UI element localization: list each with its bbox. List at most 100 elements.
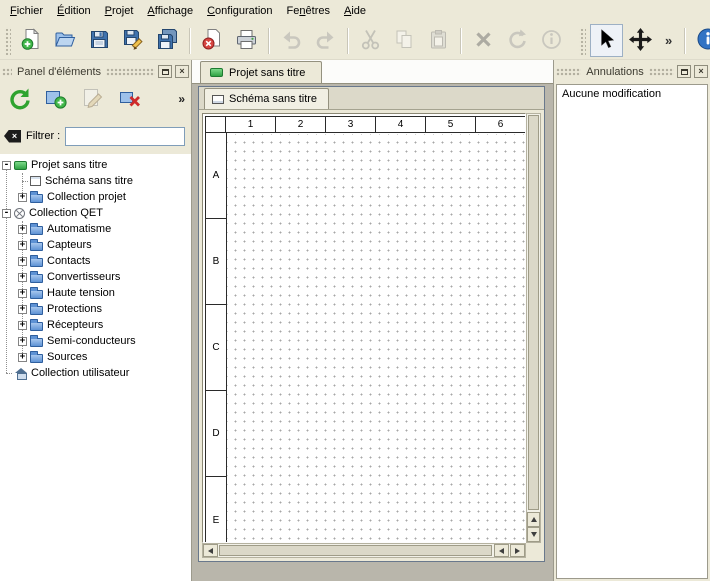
tree-item[interactable]: Collection utilisateur: [0, 365, 191, 381]
rotate-button[interactable]: [501, 24, 534, 57]
tree-item-label: Sources: [47, 351, 87, 363]
dock-grip[interactable]: [106, 68, 155, 76]
horizontal-scrollbar[interactable]: [202, 543, 526, 558]
close-panel-button[interactable]: ×: [175, 65, 189, 78]
grid-area[interactable]: [227, 134, 525, 543]
expand-icon[interactable]: +: [18, 273, 27, 282]
menu-item-projet[interactable]: Projet: [98, 1, 141, 21]
expand-icon[interactable]: +: [18, 289, 27, 298]
toolbar-separator: [684, 28, 686, 54]
open-document-button[interactable]: [49, 24, 82, 57]
menu-item-affichage[interactable]: Affichage: [140, 1, 200, 21]
tree-item[interactable]: +Collection projet: [0, 189, 191, 205]
new-document-button[interactable]: [15, 24, 48, 57]
new-element-button[interactable]: [41, 84, 71, 114]
diagram-viewport[interactable]: 123456 ABCDE: [202, 113, 526, 543]
about-button[interactable]: [691, 24, 710, 57]
pan-mode-button[interactable]: [624, 24, 657, 57]
scrollbar-corner: [526, 543, 541, 558]
print-button[interactable]: [230, 24, 263, 57]
element-tree[interactable]: -Projet sans titreSchéma sans titre+Coll…: [0, 154, 191, 581]
dock-grip[interactable]: [649, 68, 674, 76]
tree-item[interactable]: +Convertisseurs: [0, 269, 191, 285]
hscroll-thumb[interactable]: [219, 545, 492, 556]
undo-list[interactable]: Aucune modification: [556, 84, 708, 579]
filter-row: × Filtrer :: [4, 124, 185, 148]
elements-panel-titlebar[interactable]: Panel d'éléments ×: [2, 64, 189, 79]
menu-item-edition[interactable]: Édition: [50, 1, 98, 21]
menu-item-aide[interactable]: Aide: [337, 1, 373, 21]
expand-icon[interactable]: +: [18, 321, 27, 330]
cut-button[interactable]: [354, 24, 387, 57]
filter-input[interactable]: [65, 127, 185, 146]
tree-item[interactable]: +Haute tension: [0, 285, 191, 301]
menu-item-fichier[interactable]: Fichier: [3, 1, 50, 21]
elements-panel-toolbar: »: [4, 82, 187, 116]
tab-schema-sans-titre[interactable]: Schéma sans titre: [204, 88, 329, 109]
expand-icon[interactable]: +: [18, 241, 27, 250]
tree-item[interactable]: + Sources: [0, 349, 191, 365]
tree-item[interactable]: - Projet sans titre: [0, 157, 191, 173]
expand-icon[interactable]: +: [18, 257, 27, 266]
scroll-right-button[interactable]: [510, 544, 525, 557]
toolbar-overflow-button[interactable]: »: [658, 33, 679, 48]
expand-icon[interactable]: +: [18, 305, 27, 314]
collapse-icon[interactable]: -: [2, 209, 11, 218]
tree-item[interactable]: Schéma sans titre: [0, 173, 191, 189]
arrow-left-icon: [208, 548, 213, 554]
tree-connector-stub: [18, 173, 30, 189]
scroll-left-button-2[interactable]: [494, 544, 509, 557]
edit-element-button[interactable]: [78, 84, 108, 114]
scroll-up-button[interactable]: [527, 512, 540, 527]
tree-item[interactable]: +Protections: [0, 301, 191, 317]
collapse-icon[interactable]: -: [2, 161, 11, 170]
close-panel-button[interactable]: ×: [694, 65, 708, 78]
info-button[interactable]: [535, 24, 568, 57]
save-as-button[interactable]: [117, 24, 150, 57]
float-panel-button[interactable]: [158, 65, 172, 78]
tree-item[interactable]: +Automatisme: [0, 221, 191, 237]
column-label: 2: [276, 117, 326, 133]
scroll-left-button[interactable]: [203, 544, 218, 557]
vertical-scrollbar[interactable]: [526, 113, 541, 543]
panel-toolbar-overflow-button[interactable]: »: [178, 92, 185, 106]
schema-tab-label: Schéma sans titre: [229, 93, 317, 105]
menu-item-fenetres[interactable]: Fenêtres: [280, 1, 337, 21]
menu-item-configuration[interactable]: Configuration: [200, 1, 279, 21]
tree-item[interactable]: +Capteurs: [0, 237, 191, 253]
scroll-down-button[interactable]: [527, 527, 540, 542]
tree-item[interactable]: +Récepteurs: [0, 317, 191, 333]
redo-button[interactable]: [309, 24, 342, 57]
tree-item[interactable]: +Semi-conducteurs: [0, 333, 191, 349]
expand-icon[interactable]: +: [18, 193, 27, 202]
save-all-button[interactable]: [151, 24, 184, 57]
tree-item[interactable]: -Collection QET: [0, 205, 191, 221]
undo-panel-titlebar[interactable]: Annulations ×: [556, 64, 708, 79]
reload-collections-button[interactable]: [4, 84, 34, 114]
undo-button[interactable]: [275, 24, 308, 57]
delete-button[interactable]: [467, 24, 500, 57]
float-panel-button[interactable]: [677, 65, 691, 78]
save-button[interactable]: [83, 24, 116, 57]
clear-filter-icon[interactable]: ×: [4, 130, 21, 143]
dock-grip[interactable]: [556, 68, 581, 76]
expand-icon[interactable]: +: [18, 337, 27, 346]
delete-element-button[interactable]: [115, 84, 145, 114]
toolbar-handle[interactable]: [579, 27, 586, 55]
toolbar-handle[interactable]: [4, 27, 11, 55]
vscroll-thumb[interactable]: [528, 115, 539, 510]
tab-projet-sans-titre[interactable]: Projet sans titre: [200, 61, 322, 83]
tree-item-label: Projet sans titre: [31, 159, 107, 171]
expand-icon[interactable]: +: [18, 353, 27, 362]
column-label: 1: [226, 117, 276, 133]
paste-button[interactable]: [422, 24, 455, 57]
dock-grip[interactable]: [2, 68, 12, 76]
copy-button[interactable]: [388, 24, 421, 57]
diagram-paper: 123456 ABCDE: [205, 116, 526, 543]
select-mode-button[interactable]: [590, 24, 623, 57]
tree-item[interactable]: +Contacts: [0, 253, 191, 269]
folder-icon: [30, 322, 43, 331]
close-document-button[interactable]: [196, 24, 229, 57]
expand-icon[interactable]: +: [18, 225, 27, 234]
tree-connector-stub: [2, 365, 14, 381]
